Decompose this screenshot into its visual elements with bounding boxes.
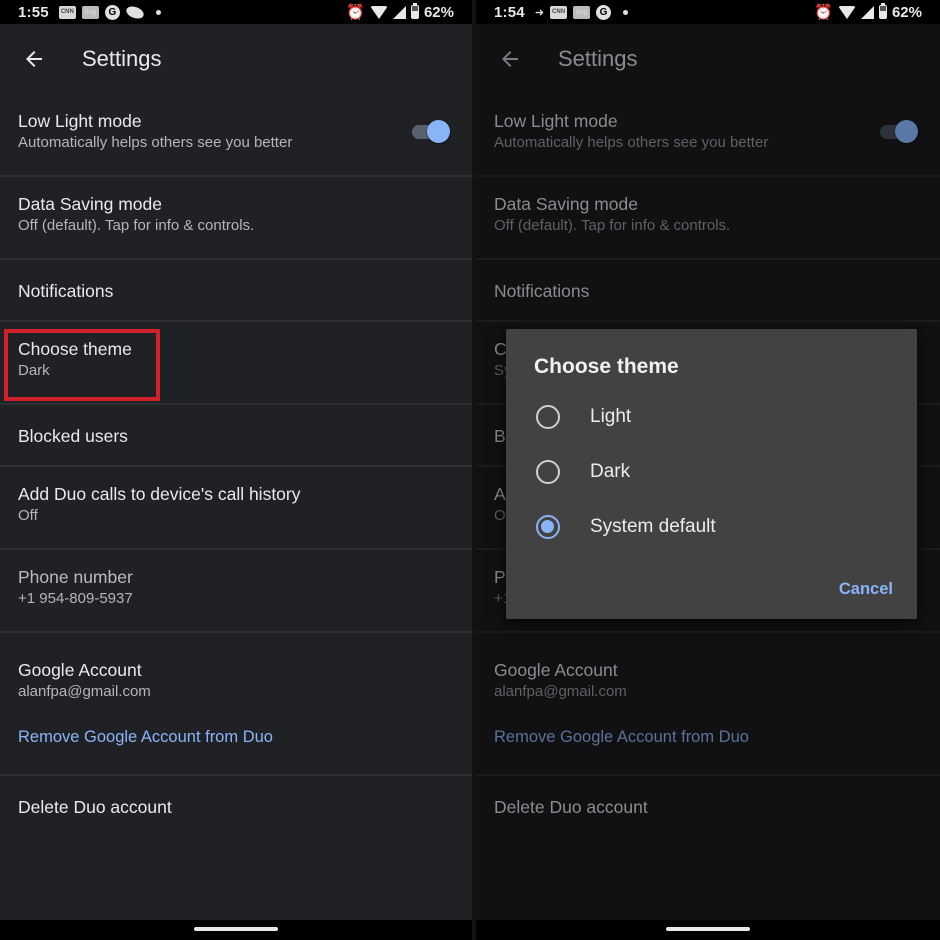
setting-title: Delete Duo account xyxy=(494,797,648,817)
alarm-icon: ⏰ xyxy=(346,4,365,21)
setting-low-light-mode[interactable]: Low Light mode Automatically helps other… xyxy=(476,94,940,177)
setting-title: Low Light mode xyxy=(18,111,142,131)
setting-title: Choose theme xyxy=(18,339,132,359)
more-dot-icon xyxy=(155,9,161,15)
toggle-thumb xyxy=(427,120,450,143)
more-dot-icon xyxy=(623,9,629,15)
cnn-icon: CNN xyxy=(58,5,76,19)
setting-subtitle: Automatically helps others see you bette… xyxy=(494,134,769,151)
navigation-bar xyxy=(0,920,472,940)
theme-option-system-default[interactable]: System default xyxy=(536,507,896,547)
setting-notifications[interactable]: Notifications xyxy=(476,260,940,322)
setting-title: Notifications xyxy=(494,281,590,301)
setting-phone-number: Phone number +1 954-809-5937 xyxy=(0,550,472,633)
setting-notifications[interactable]: Notifications xyxy=(0,260,472,322)
guardian-icon: G xyxy=(104,4,120,20)
status-bar: 1:55 CNN ring G ⏰ 62% xyxy=(0,0,472,24)
dialog-title: Choose theme xyxy=(534,355,679,378)
wifi-icon xyxy=(837,5,856,19)
remove-google-account-link[interactable]: Remove Google Account from Duo xyxy=(494,728,940,747)
setting-title: Google Account xyxy=(494,660,618,680)
setting-delete-account[interactable]: Delete Duo account xyxy=(476,776,940,866)
theme-option-light[interactable]: Light xyxy=(536,397,896,437)
app-bar: Settings xyxy=(476,24,940,94)
setting-google-account: Google Account alanfpa@gmail.com Remove … xyxy=(0,633,472,776)
radio-unchecked-icon[interactable] xyxy=(536,405,560,429)
setting-title: Data Saving mode xyxy=(494,194,638,214)
battery-percent: 62% xyxy=(423,3,454,21)
app-bar: Settings xyxy=(0,24,472,94)
battery-icon xyxy=(410,3,419,19)
settings-list: Low Light mode Automatically helps other… xyxy=(0,94,472,866)
guardian-icon: G xyxy=(596,4,612,20)
setting-data-saving-mode[interactable]: Data Saving mode Off (default). Tap for … xyxy=(476,177,940,260)
wifi-icon xyxy=(369,5,388,19)
setting-title: Add Duo calls to device's call history xyxy=(18,484,301,504)
right-phone-screen: 1:54 ➜ CNN ring G ⏰ 62% Settings Low Lig… xyxy=(476,0,940,940)
ring-icon: ring xyxy=(573,5,591,19)
option-label: Dark xyxy=(590,461,631,482)
setting-choose-theme[interactable]: Choose theme Dark xyxy=(0,322,472,405)
battery-icon xyxy=(878,3,887,19)
left-phone-screen: 1:55 CNN ring G ⏰ 62% Settings Low Light… xyxy=(0,0,472,940)
toggle-thumb xyxy=(895,120,918,143)
setting-title: Blocked users xyxy=(18,426,128,446)
status-time: 1:55 xyxy=(18,3,49,21)
page-title: Settings xyxy=(558,46,638,71)
setting-data-saving-mode[interactable]: Data Saving mode Off (default). Tap for … xyxy=(0,177,472,260)
setting-title: Phone number xyxy=(18,567,133,587)
radio-checked-icon[interactable] xyxy=(536,515,560,539)
low-light-toggle[interactable] xyxy=(878,119,918,143)
page-title: Settings xyxy=(82,46,162,71)
navigation-bar xyxy=(476,920,940,940)
setting-subtitle: alanfpa@gmail.com xyxy=(494,683,627,700)
setting-delete-account[interactable]: Delete Duo account xyxy=(0,776,472,866)
setting-blocked-users[interactable]: Blocked users xyxy=(0,405,472,467)
setting-subtitle: Automatically helps others see you bette… xyxy=(18,134,293,151)
radio-unchecked-icon[interactable] xyxy=(536,460,560,484)
arrow-left-icon xyxy=(26,51,42,67)
setting-subtitle: Dark xyxy=(18,362,50,379)
ring-icon: ring xyxy=(81,5,99,19)
low-light-toggle[interactable] xyxy=(410,119,450,143)
option-label: System default xyxy=(590,516,716,537)
choose-theme-dialog: Choose theme Light Dark System default C… xyxy=(506,329,917,619)
signal-icon xyxy=(860,5,874,19)
setting-subtitle: Off xyxy=(18,507,38,524)
home-gesture-handle[interactable] xyxy=(194,927,278,931)
setting-low-light-mode[interactable]: Low Light mode Automatically helps other… xyxy=(0,94,472,177)
battery-percent: 62% xyxy=(891,3,922,21)
setting-google-account: Google Account alanfpa@gmail.com Remove … xyxy=(476,633,940,776)
setting-title: Notifications xyxy=(18,281,114,301)
oval-app-icon xyxy=(124,3,146,21)
setting-subtitle: Off (default). Tap for info & controls. xyxy=(18,217,255,234)
setting-subtitle: Off (default). Tap for info & controls. xyxy=(494,217,731,234)
status-bar: 1:54 ➜ CNN ring G ⏰ 62% xyxy=(476,0,940,24)
setting-subtitle: alanfpa@gmail.com xyxy=(18,683,151,700)
theme-option-dark[interactable]: Dark xyxy=(536,452,896,492)
option-label: Light xyxy=(590,406,632,427)
setting-title: Data Saving mode xyxy=(18,194,162,214)
setting-title: Low Light mode xyxy=(494,111,618,131)
status-time: 1:54 xyxy=(494,3,525,21)
cancel-button[interactable]: Cancel xyxy=(839,580,893,599)
arrow-left-icon xyxy=(502,51,518,67)
back-button[interactable] xyxy=(498,47,522,71)
back-button[interactable] xyxy=(22,47,46,71)
setting-title: Delete Duo account xyxy=(18,797,172,817)
remove-google-account-link[interactable]: Remove Google Account from Duo xyxy=(18,728,472,747)
home-gesture-handle[interactable] xyxy=(666,927,750,931)
signal-icon xyxy=(392,5,406,19)
cnn-icon: CNN xyxy=(550,5,568,19)
alarm-icon: ⏰ xyxy=(814,4,833,21)
setting-call-history[interactable]: Add Duo calls to device's call history O… xyxy=(0,467,472,550)
setting-title: Google Account xyxy=(18,660,142,680)
forward-arrow-icon: ➜ xyxy=(534,6,545,19)
setting-subtitle: +1 954-809-5937 xyxy=(18,590,133,607)
